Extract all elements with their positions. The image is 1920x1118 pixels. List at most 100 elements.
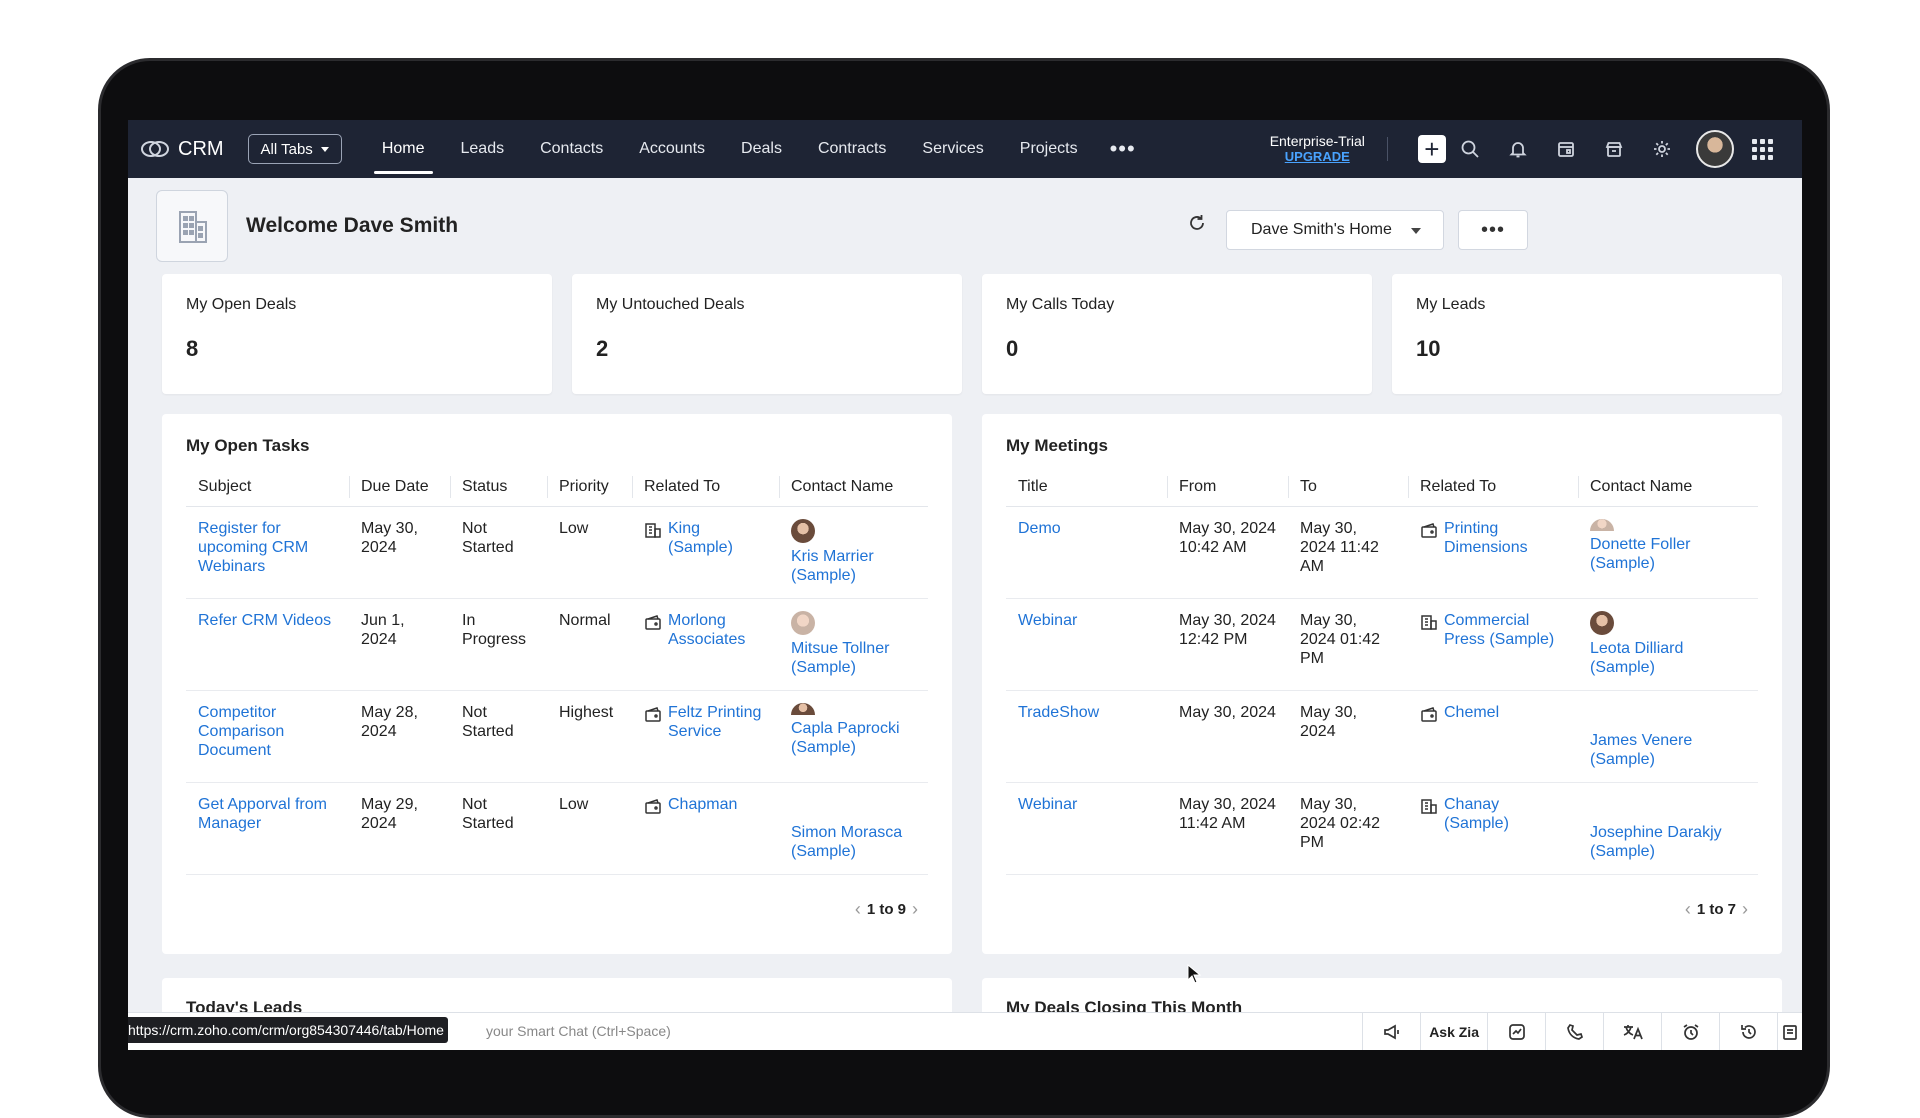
- ask-zia-button[interactable]: Ask Zia: [1420, 1013, 1487, 1050]
- store-icon[interactable]: [1590, 120, 1638, 178]
- meeting-title-link[interactable]: Demo: [1018, 520, 1061, 537]
- column-header[interactable]: Related To: [1408, 468, 1578, 507]
- tab-services[interactable]: Services: [904, 120, 1001, 178]
- related-link[interactable]: Chemel: [1444, 703, 1499, 722]
- tab-accounts[interactable]: Accounts: [621, 120, 723, 178]
- table-row[interactable]: Demo May 30, 2024 10:42 AM May 30, 2024 …: [1006, 506, 1758, 599]
- search-icon[interactable]: [1446, 120, 1494, 178]
- table-row[interactable]: TradeShow May 30, 2024 May 30, 2024 Chem…: [1006, 690, 1758, 783]
- task-subject-link[interactable]: Register for upcoming CRM Webinars: [198, 520, 308, 575]
- deal-icon: [1421, 706, 1437, 722]
- priority: Highest: [547, 690, 632, 783]
- kpi-card-my-leads[interactable]: My Leads 10: [1392, 274, 1782, 394]
- smart-chat-input[interactable]: your Smart Chat (Ctrl+Space): [486, 1023, 671, 1039]
- related-link[interactable]: Morlong Associates: [668, 611, 767, 649]
- contact-avatar: [1590, 795, 1614, 819]
- alarm-clock-icon[interactable]: [1661, 1013, 1719, 1050]
- tab-deals[interactable]: Deals: [723, 120, 800, 178]
- related-link[interactable]: Commercial Press (Sample): [1444, 611, 1566, 649]
- column-header[interactable]: Title: [1006, 468, 1167, 507]
- contact-link[interactable]: Mitsue Tollner (Sample): [791, 640, 889, 676]
- column-header[interactable]: Contact Name: [1578, 468, 1758, 507]
- column-header[interactable]: Related To: [632, 468, 779, 507]
- task-subject-link[interactable]: Refer CRM Videos: [198, 612, 331, 629]
- user-avatar[interactable]: [1695, 130, 1734, 168]
- related-link[interactable]: Chapman: [668, 795, 737, 814]
- chevron-left-icon[interactable]: ‹: [1685, 899, 1691, 920]
- crm-logo[interactable]: CRM: [140, 138, 224, 161]
- contact-link[interactable]: Josephine Darakjy (Sample): [1590, 824, 1722, 860]
- tab-home[interactable]: Home: [364, 120, 443, 178]
- chevron-right-icon[interactable]: ›: [1742, 899, 1748, 920]
- table-row[interactable]: Webinar May 30, 2024 11:42 AM May 30, 20…: [1006, 782, 1758, 875]
- crm-logo-icon: [141, 141, 169, 157]
- tab-contacts[interactable]: Contacts: [522, 120, 621, 178]
- crm-screen: CRM All Tabs Home Leads Contacts Account…: [128, 120, 1802, 1050]
- notes-icon[interactable]: [1777, 1013, 1802, 1050]
- plus-icon[interactable]: +: [1417, 135, 1446, 163]
- meeting-title-link[interactable]: Webinar: [1018, 612, 1077, 629]
- column-header[interactable]: To: [1288, 468, 1408, 507]
- meeting-title-link[interactable]: TradeShow: [1018, 704, 1099, 721]
- contact-link[interactable]: Simon Morasca (Sample): [791, 824, 902, 860]
- gear-icon[interactable]: [1638, 120, 1686, 178]
- chevron-right-icon[interactable]: ›: [912, 899, 918, 920]
- megaphone-icon[interactable]: [1362, 1013, 1420, 1050]
- contact-link[interactable]: Donette Foller (Sample): [1590, 536, 1691, 572]
- more-tabs-button[interactable]: •••: [1096, 120, 1150, 178]
- home-view-dropdown[interactable]: Dave Smith's Home: [1226, 210, 1444, 250]
- kpi-label: My Leads: [1416, 296, 1486, 313]
- table-row[interactable]: Get Apporval from Manager May 29, 2024 N…: [186, 782, 928, 875]
- kpi-card-open-deals[interactable]: My Open Deals 8: [162, 274, 552, 394]
- open-tasks-panel: My Open Tasks Subject Due Date Status Pr…: [162, 414, 952, 954]
- meeting-title-link[interactable]: Webinar: [1018, 796, 1077, 813]
- tab-leads[interactable]: Leads: [443, 120, 523, 178]
- kpi-card-untouched-deals[interactable]: My Untouched Deals 2: [572, 274, 962, 394]
- history-icon[interactable]: [1719, 1013, 1777, 1050]
- column-header[interactable]: Priority: [547, 468, 632, 507]
- related-link[interactable]: Chanay (Sample): [1444, 795, 1566, 833]
- column-header[interactable]: Due Date: [349, 468, 450, 507]
- priority: Low: [547, 506, 632, 599]
- task-subject-link[interactable]: Get Apporval from Manager: [198, 796, 327, 832]
- related-link[interactable]: King (Sample): [668, 519, 767, 557]
- column-header[interactable]: Subject: [186, 468, 349, 507]
- table-row[interactable]: Register for upcoming CRM Webinars May 3…: [186, 506, 928, 599]
- related-link[interactable]: Feltz Printing Service: [668, 703, 767, 741]
- related-link[interactable]: Printing Dimensions: [1444, 519, 1566, 557]
- contact-avatar: [1590, 703, 1614, 727]
- chevron-left-icon[interactable]: ‹: [855, 899, 861, 920]
- mouse-cursor-icon: [1187, 964, 1201, 984]
- contact-link[interactable]: James Venere (Sample): [1590, 732, 1692, 768]
- table-row[interactable]: Competitor Comparison Document May 28, 2…: [186, 690, 928, 783]
- column-header[interactable]: From: [1167, 468, 1288, 507]
- trial-label: Enterprise-Trial: [1269, 133, 1365, 149]
- home-view-label: Dave Smith's Home: [1251, 221, 1392, 238]
- tab-contracts[interactable]: Contracts: [800, 120, 904, 178]
- contact-link[interactable]: Capla Paprocki (Sample): [791, 720, 900, 756]
- phone-icon[interactable]: [1545, 1013, 1603, 1050]
- refresh-icon[interactable]: [1186, 212, 1208, 239]
- kpi-card-calls-today[interactable]: My Calls Today 0: [982, 274, 1372, 394]
- due-date: May 30, 2024: [349, 506, 450, 599]
- analytics-icon[interactable]: [1487, 1013, 1545, 1050]
- contact-link[interactable]: Leota Dilliard (Sample): [1590, 640, 1683, 676]
- bell-icon[interactable]: [1494, 120, 1542, 178]
- deal-icon: [645, 614, 661, 630]
- brand-name: CRM: [178, 137, 224, 160]
- contact-link[interactable]: Kris Marrier (Sample): [791, 548, 874, 584]
- page-range: 1 to 9: [866, 901, 906, 918]
- task-subject-link[interactable]: Competitor Comparison Document: [198, 704, 284, 759]
- calendar-icon[interactable]: [1542, 120, 1590, 178]
- table-row[interactable]: Refer CRM Videos Jun 1, 2024 In Progress…: [186, 598, 928, 691]
- home-more-button[interactable]: •••: [1458, 210, 1528, 250]
- contact-avatar: [791, 795, 815, 819]
- upgrade-link[interactable]: UPGRADE: [1270, 149, 1365, 165]
- translate-icon[interactable]: [1603, 1013, 1661, 1050]
- table-row[interactable]: Webinar May 30, 2024 12:42 PM May 30, 20…: [1006, 598, 1758, 691]
- column-header[interactable]: Contact Name: [779, 468, 928, 507]
- all-tabs-dropdown[interactable]: All Tabs: [247, 134, 342, 164]
- tab-projects[interactable]: Projects: [1002, 120, 1096, 178]
- apps-grid-icon[interactable]: [1751, 138, 1773, 160]
- column-header[interactable]: Status: [450, 468, 547, 507]
